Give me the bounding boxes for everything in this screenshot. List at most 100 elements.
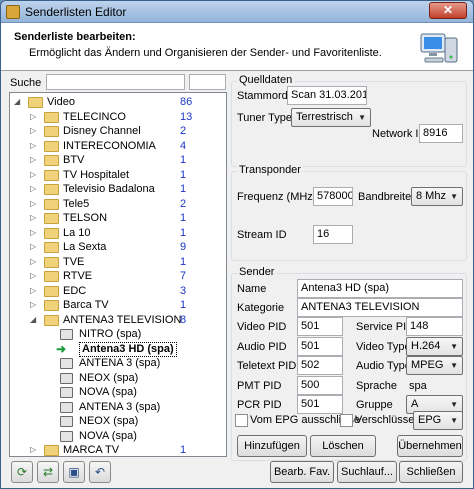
expand-arrow-icon[interactable]: ▷: [30, 257, 38, 266]
kategorie-field[interactable]: ANTENA3 TELEVISION: [297, 298, 463, 317]
tree-folder-item[interactable]: ▷ TELSON 1: [10, 211, 210, 226]
tree-item-label: MARCA TV: [63, 444, 120, 456]
tree-folder-item[interactable]: ▷ Tele5 2: [10, 197, 210, 212]
verschluesselt-checkbox[interactable]: [340, 414, 353, 427]
tree-item-count: 1: [180, 444, 187, 456]
expand-arrow-icon[interactable]: ▷: [30, 127, 38, 135]
expand-arrow-icon[interactable]: ▷: [30, 185, 38, 193]
tree-channel-item[interactable]: NEOX (spa): [10, 371, 210, 386]
tree-channel-item[interactable]: NOVA (spa): [10, 429, 210, 444]
pcr-pid-field[interactable]: 501: [297, 395, 343, 414]
folder-icon: [44, 111, 59, 123]
teletext-pid-field[interactable]: 502: [297, 356, 343, 375]
tree-channel-item[interactable]: ANTENA 3 (spa): [10, 356, 210, 371]
tree-item-count: 1: [180, 255, 187, 268]
tree-folder-item[interactable]: ▷ TVE 1: [10, 255, 210, 270]
tree-folder-item[interactable]: ▷ BTV 1: [10, 153, 210, 168]
tree-channel-item[interactable]: ANTENA 3 (spa): [10, 400, 210, 415]
pmt-pid-field[interactable]: 500: [297, 376, 343, 395]
stammordner-field[interactable]: Scan 31.03.2011: [287, 86, 367, 105]
stream-id-field[interactable]: 16: [313, 225, 353, 244]
chevron-down-icon: ▼: [450, 192, 458, 201]
expand-arrow-icon[interactable]: ▷: [30, 446, 38, 454]
tree-channel-item[interactable]: NOVA (spa): [10, 385, 210, 400]
tree-item-label: TELSON: [63, 212, 108, 224]
schliessen-button[interactable]: Schließen: [399, 461, 463, 483]
tuner-type-select[interactable]: Terrestrisch ▼: [291, 108, 371, 127]
tuner-type-label: Tuner Type: [237, 112, 293, 124]
sync-list-button[interactable]: ⇄: [37, 461, 59, 483]
reload-list-button[interactable]: ⟳: [11, 461, 33, 483]
tree-item-count: 1: [180, 299, 187, 311]
expand-arrow-icon[interactable]: ▷: [30, 156, 38, 164]
tree-folder-item[interactable]: ▷ MARCA TV 1: [10, 443, 210, 456]
loeschen-button[interactable]: Löschen: [310, 435, 376, 457]
suchlauf-button[interactable]: Suchlauf...: [337, 461, 397, 483]
tree-folder-item[interactable]: ▷ RTVE 7: [10, 269, 210, 284]
frequenz-field[interactable]: 578000: [313, 187, 353, 206]
collapse-arrow-icon[interactable]: ◢: [14, 98, 22, 106]
expand-arrow-icon[interactable]: ▷: [30, 199, 38, 208]
monitor-computer-icon: [420, 33, 458, 63]
bandbreite-select[interactable]: 8 Mhz ▼: [411, 187, 463, 206]
audio-type-select[interactable]: MPEG ▼: [406, 356, 463, 375]
tree-channel-item[interactable]: ➜ Antena3 HD (spa): [10, 341, 210, 357]
expand-arrow-icon[interactable]: ▷: [30, 243, 38, 251]
expand-arrow-icon[interactable]: ▷: [30, 170, 38, 179]
senderlisten-editor-window: Senderlisten Editor ✕ Senderliste bearbe…: [0, 0, 474, 489]
tree-folder-item[interactable]: ▷ Barca TV 1: [10, 298, 210, 313]
expand-arrow-icon[interactable]: ▷: [30, 112, 38, 121]
close-window-button[interactable]: ✕: [429, 2, 467, 19]
undo-icon: ↶: [94, 465, 106, 479]
tree-folder-item[interactable]: ▷ INTERECONOMIA 4: [10, 139, 210, 154]
tree-item-label: NEOX (spa): [79, 415, 139, 427]
tree-folder-item[interactable]: ▷ EDC 3: [10, 284, 210, 299]
sprache-label: Sprache: [356, 380, 397, 392]
network-id-field[interactable]: 8916: [419, 124, 463, 143]
refresh-icon: ⟳: [16, 465, 28, 479]
expand-arrow-icon[interactable]: ▷: [30, 228, 38, 237]
expand-arrow-icon[interactable]: ▷: [30, 286, 38, 295]
tree-item-label: NOVA (spa): [79, 429, 137, 442]
collapse-arrow-icon[interactable]: ◢: [30, 315, 38, 324]
search-input[interactable]: [46, 74, 185, 90]
save-list-button[interactable]: ▣: [63, 461, 85, 483]
name-field[interactable]: Antena3 HD (spa): [297, 279, 463, 298]
title-bar: Senderlisten Editor ✕: [1, 1, 473, 23]
selected-arrow-icon: ➜: [56, 341, 67, 356]
expand-arrow-icon[interactable]: ▷: [30, 301, 38, 309]
epg-exclude-checkbox[interactable]: [235, 414, 248, 427]
video-type-select[interactable]: H.264 ▼: [406, 337, 463, 356]
tree-item-label: Antena3 HD (spa): [79, 341, 177, 357]
tree-folder-item[interactable]: ▷ TV Hospitalet 1: [10, 168, 210, 183]
search-label: Suche: [10, 77, 42, 89]
chevron-down-icon: ▼: [358, 113, 366, 122]
tree-item-count: 13: [180, 110, 193, 123]
tree-folder-item[interactable]: ◢ ANTENA3 TELEVISION 8: [10, 313, 210, 328]
video-pid-field[interactable]: 501: [297, 317, 343, 336]
uebernehmen-button[interactable]: Übernehmen: [397, 435, 463, 457]
tree-folder-item[interactable]: ▷ La Sexta 9: [10, 240, 210, 255]
folder-icon: [44, 242, 59, 253]
channel-tree[interactable]: ◢ Video 86 ▷ TELECINCO 13 ▷ Disney Channel 2 ▷ INT…: [9, 92, 227, 457]
tree-folder-item[interactable]: ◢ Video 86: [10, 95, 210, 110]
tree-folder-item[interactable]: ▷ TELECINCO 13: [10, 110, 210, 125]
tree-channel-item[interactable]: NEOX (spa): [10, 414, 210, 429]
hinzufuegen-button[interactable]: Hinzufügen: [237, 435, 307, 457]
tree-channel-item[interactable]: NITRO (spa): [10, 327, 210, 342]
tree-folder-item[interactable]: ▷ La 10 1: [10, 226, 210, 241]
undo-button[interactable]: ↶: [89, 461, 111, 483]
audio-pid-field[interactable]: 501: [297, 337, 343, 356]
tv-channel-icon: [60, 416, 73, 427]
epg-button[interactable]: EPG ▼: [413, 411, 463, 430]
service-pid-field[interactable]: 148: [406, 317, 463, 336]
expand-arrow-icon[interactable]: ▷: [30, 214, 38, 222]
expand-arrow-icon[interactable]: ▷: [30, 272, 38, 280]
expand-arrow-icon[interactable]: ▷: [30, 141, 38, 150]
folder-icon: [44, 314, 59, 326]
epg-button-label: EPG: [418, 414, 442, 426]
tree-folder-item[interactable]: ▷ Televisio Badalona 1: [10, 182, 210, 197]
tree-folder-item[interactable]: ▷ Disney Channel 2: [10, 124, 210, 139]
search-secondary-input[interactable]: [189, 74, 226, 90]
bearb-fav-button[interactable]: Bearb. Fav.: [270, 461, 334, 483]
